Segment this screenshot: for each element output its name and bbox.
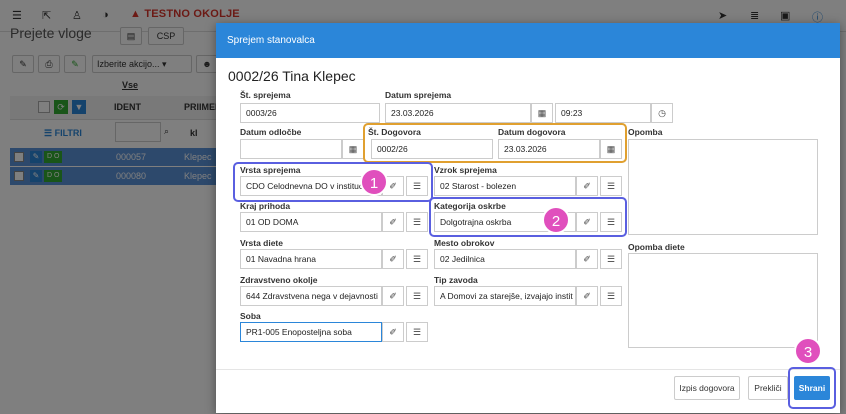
kraj-prihoda-label: Kraj prihoda [240,201,291,211]
step-badge-3: 3 [794,337,822,365]
clock-icon[interactable]: ◷ [651,103,673,123]
dialog-header: Sprejem stanovalca [216,23,840,58]
clear-icon[interactable]: ✐ [382,286,404,306]
highlight-box-dogovor [363,123,627,163]
datum-sprejema-label: Datum sprejema [385,90,452,100]
list-picker-icon[interactable]: ☰ [600,286,622,306]
zdravstveno-okolje-label: Zdravstveno okolje [240,275,318,285]
time-input[interactable]: 09:23 [555,103,651,123]
highlight-box-kategorija [429,197,627,237]
calendar-icon[interactable]: ▦ [531,103,553,123]
st-sprejema-input[interactable]: 0003/26 [240,103,380,123]
clear-icon[interactable]: ✐ [382,322,404,342]
mesto-obrokov-label: Mesto obrokov [434,238,495,248]
vrsta-diete-input[interactable]: 01 Navadna hrana [240,249,382,269]
zdravstveno-okolje-input[interactable]: 644 Zdravstvena nega v dejavnosti [240,286,382,306]
highlight-box-vrsta-sprejema [233,162,433,202]
clear-icon[interactable]: ✐ [576,286,598,306]
dialog-title: 0002/26 Tina Klepec [228,68,356,84]
print-agreement-button[interactable]: Izpis dogovora [674,376,740,400]
step-badge-1: 1 [360,168,388,196]
datum-odlocbe-label: Datum odločbe [240,127,302,137]
opomba-label: Opomba [628,127,663,137]
tip-zavoda-input[interactable]: A Domovi za starejše, izvajajo instit [434,286,576,306]
opomba-diete-textarea[interactable] [628,253,818,348]
list-picker-icon[interactable]: ☰ [600,176,622,196]
admission-dialog: Sprejem stanovalca 0002/26 Tina Klepec Š… [216,23,840,413]
opomba-textarea[interactable] [628,139,818,235]
soba-label: Soba [240,311,261,321]
datum-odlocbe-input[interactable] [240,139,342,159]
clear-icon[interactable]: ✐ [576,249,598,269]
vzrok-sprejema-label: Vzrok sprejema [434,165,497,175]
mesto-obrokov-input[interactable]: 02 Jedilnica [434,249,576,269]
clear-icon[interactable]: ✐ [576,176,598,196]
step-badge-2: 2 [542,206,570,234]
vrsta-diete-label: Vrsta diete [240,238,283,248]
st-sprejema-label: Št. sprejema [240,90,291,100]
soba-input[interactable]: PR1-005 Enoposteljna soba [240,322,382,342]
datum-sprejema-input[interactable]: 23.03.2026 [385,103,531,123]
clear-icon[interactable]: ✐ [382,249,404,269]
cancel-button[interactable]: Prekliči [748,376,788,400]
list-picker-icon[interactable]: ☰ [406,212,428,232]
highlight-box-save [788,367,836,409]
opomba-diete-label: Opomba diete [628,242,685,252]
list-picker-icon[interactable]: ☰ [406,286,428,306]
kraj-prihoda-input[interactable]: 01 OD DOMA [240,212,382,232]
calendar-icon[interactable]: ▦ [342,139,364,159]
list-picker-icon[interactable]: ☰ [406,249,428,269]
vzrok-sprejema-input[interactable]: 02 Starost - bolezen [434,176,576,196]
clear-icon[interactable]: ✐ [382,212,404,232]
list-picker-icon[interactable]: ☰ [600,249,622,269]
tip-zavoda-label: Tip zavoda [434,275,478,285]
dialog-footer-divider [216,369,840,370]
list-picker-icon[interactable]: ☰ [406,322,428,342]
